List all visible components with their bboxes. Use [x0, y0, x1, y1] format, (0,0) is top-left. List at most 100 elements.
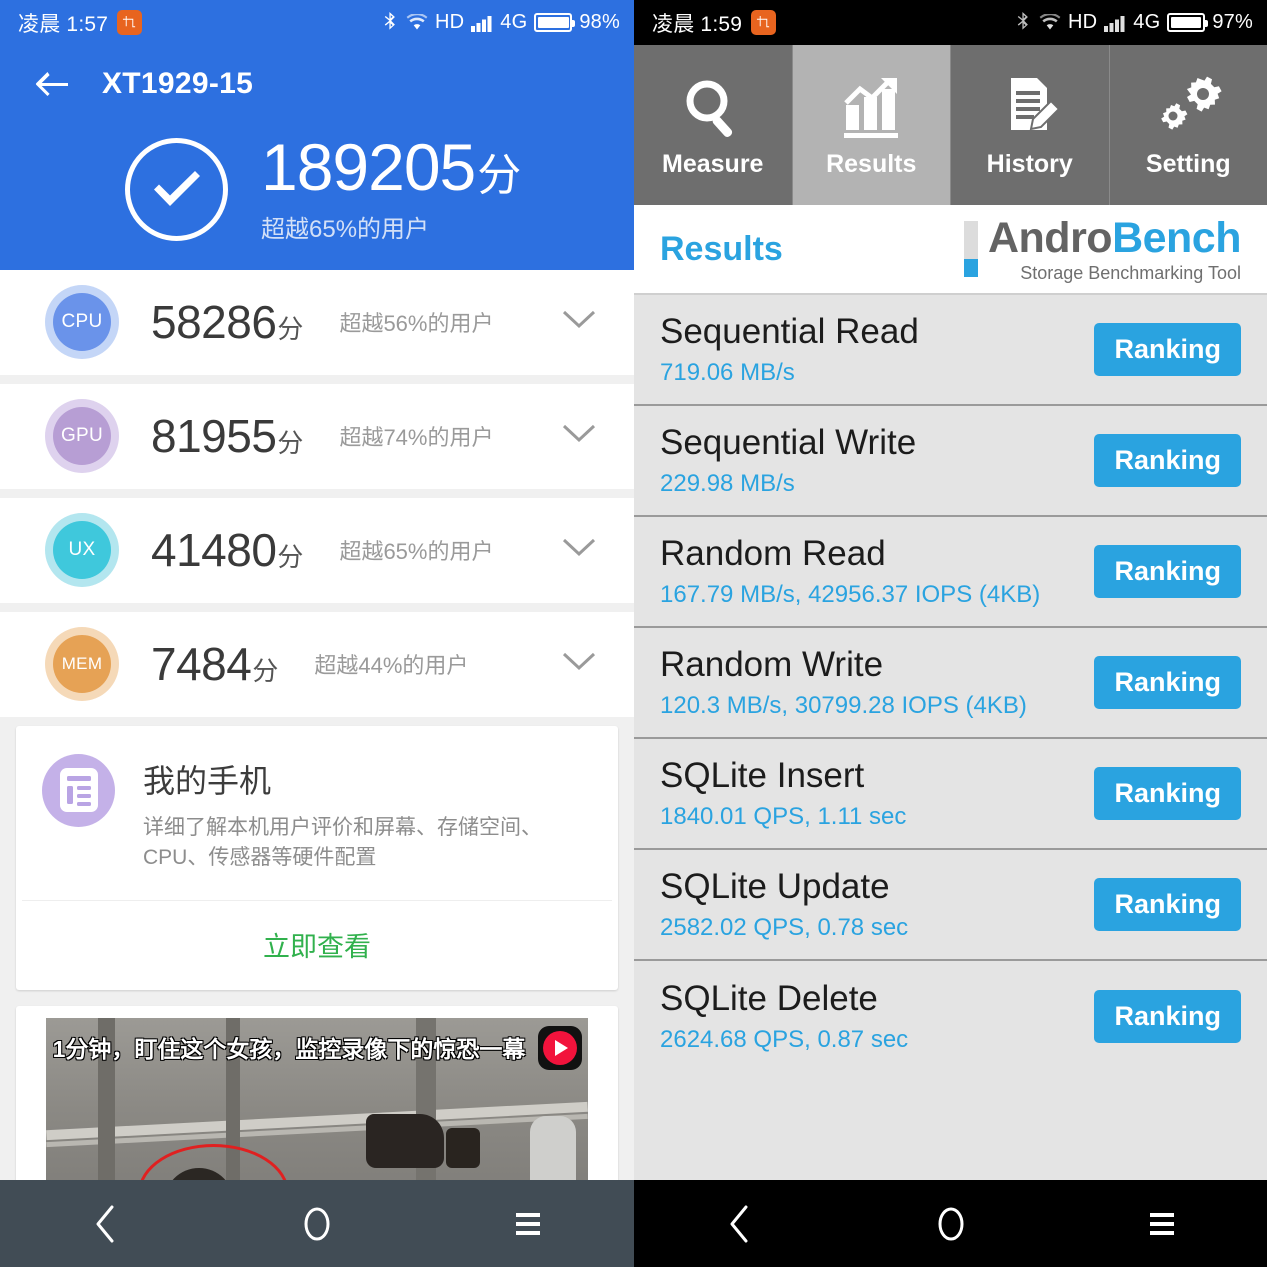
score-unit: 分 [477, 151, 521, 200]
tab-measure[interactable]: Measure [634, 45, 793, 205]
ranking-button[interactable]: Ranking [1094, 323, 1241, 376]
ux-badge: UX [53, 521, 111, 580]
view-now-button[interactable]: 立即查看 [16, 901, 618, 990]
gpu-score-unit: 分 [277, 428, 304, 459]
androbench-results-screen: 凌晨 1:59 HD 4G 97% Measure Results Histor… [634, 0, 1267, 1267]
result-value: 719.06 MB/s [660, 359, 795, 387]
my-phone-title: 我的手机 [143, 762, 272, 799]
result-value: 1840.01 QPS, 1.11 sec [660, 803, 907, 831]
mem-score: 7484 [151, 638, 252, 691]
document-list-icon [42, 753, 115, 827]
navbar-left [0, 1180, 634, 1267]
tab-bar: Measure Results History Setting [634, 45, 1267, 205]
ranking-button[interactable]: Ranking [1094, 434, 1241, 487]
nav-menu-icon[interactable] [483, 1194, 573, 1254]
ux-score: 41480 [151, 524, 277, 577]
result-value: 2624.68 QPS, 0.87 sec [660, 1026, 909, 1054]
result-value: 120.3 MB/s, 30799.28 IOPS (4KB) [660, 692, 1027, 720]
ranking-button[interactable]: Ranking [1094, 545, 1241, 598]
cpu-percentile: 超越56%的用户 [339, 311, 494, 337]
ad-motorbike-2 [446, 1127, 480, 1168]
antutu-header: XT1929-15 189205 分 超越65%的用户 [0, 45, 634, 270]
my-phone-card[interactable]: 我的手机 详细了解本机用户评价和屏幕、存储空间、CPU、传感器等硬件配置 立即查… [16, 725, 618, 990]
result-name: Sequential Read [660, 311, 919, 351]
battery-icon [534, 13, 576, 32]
gpu-badge: GPU [53, 407, 111, 466]
status-time: 凌晨 1:59 [652, 12, 743, 36]
nav-back-icon[interactable] [61, 1194, 151, 1254]
mem-badge: MEM [53, 635, 111, 694]
status-bar-left: 凌晨 1:57 HD 4G 98% [0, 0, 634, 45]
score-row-mem[interactable]: MEM 7484 分 超越44%的用户 [0, 611, 634, 717]
tab-setting[interactable]: Setting [1110, 45, 1267, 205]
logo-bench: Bench [1112, 213, 1241, 262]
check-circle-icon [125, 137, 228, 241]
ranking-button[interactable]: Ranking [1094, 767, 1241, 820]
ad-caption: 1分钟，盯住这个女孩，监控录像下的惊恐一幕 [52, 1035, 526, 1062]
cpu-score-unit: 分 [277, 314, 304, 345]
back-arrow-icon[interactable] [32, 64, 72, 104]
table-row[interactable]: SQLite Delete 2624.68 QPS, 0.87 sec Rank… [634, 961, 1267, 1072]
hd-label: HD [1067, 11, 1098, 33]
bar-chart-icon [838, 72, 904, 144]
result-name: Sequential Write [660, 422, 917, 462]
result-value: 167.79 MB/s, 42956.37 IOPS (4KB) [660, 581, 1041, 609]
view-now-label: 立即查看 [263, 931, 371, 962]
score-row-ux[interactable]: UX 41480 分 超越65%的用户 [0, 497, 634, 603]
cpu-badge-ring: CPU [45, 285, 119, 360]
table-row[interactable]: Sequential Write 229.98 MB/s Ranking [634, 406, 1267, 517]
chevron-down-icon[interactable] [562, 652, 596, 677]
screenshot-icon [117, 10, 143, 35]
mem-badge-ring: MEM [45, 627, 119, 702]
ad-motorbike [366, 1113, 444, 1168]
chevron-down-icon[interactable] [562, 538, 596, 563]
results-title: Results [660, 229, 783, 268]
ranking-button[interactable]: Ranking [1094, 990, 1241, 1043]
ux-badge-ring: UX [45, 513, 119, 588]
ranking-button[interactable]: Ranking [1094, 656, 1241, 709]
tab-results[interactable]: Results [792, 45, 951, 205]
score-row-cpu[interactable]: CPU 58286 分 超越56%的用户 [0, 269, 634, 375]
table-row[interactable]: Random Read 167.79 MB/s, 42956.37 IOPS (… [634, 517, 1267, 628]
score-row-gpu[interactable]: GPU 81955 分 超越74%的用户 [0, 383, 634, 489]
cpu-badge: CPU [53, 293, 111, 352]
logo-bar-icon [963, 221, 978, 277]
ux-score-unit: 分 [277, 542, 304, 573]
results-list: Sequential Read 719.06 MB/s Ranking Sequ… [634, 295, 1267, 1072]
tab-history-label: History [986, 149, 1073, 178]
wifi-icon [1039, 13, 1061, 32]
my-phone-description: 详细了解本机用户评价和屏幕、存储空间、CPU、传感器等硬件配置 [143, 815, 542, 870]
battery-percent: 97% [1212, 11, 1253, 33]
nav-home-icon[interactable] [906, 1194, 996, 1254]
document-pencil-icon [997, 72, 1063, 144]
gpu-score: 81955 [151, 410, 277, 463]
result-value: 229.98 MB/s [660, 470, 795, 498]
cpu-score: 58286 [151, 296, 277, 349]
table-row[interactable]: SQLite Insert 1840.01 QPS, 1.11 sec Rank… [634, 739, 1267, 850]
play-button-icon[interactable] [538, 1025, 582, 1070]
result-name: SQLite Insert [660, 755, 865, 795]
total-score: 189205 [261, 130, 476, 204]
table-row[interactable]: SQLite Update 2582.02 QPS, 0.78 sec Rank… [634, 850, 1267, 961]
table-row[interactable]: Sequential Read 719.06 MB/s Ranking [634, 295, 1267, 406]
result-name: SQLite Update [660, 866, 890, 906]
table-row[interactable]: Random Write 120.3 MB/s, 30799.28 IOPS (… [634, 628, 1267, 739]
chevron-down-icon[interactable] [562, 310, 596, 335]
gpu-percentile: 超越74%的用户 [339, 425, 494, 451]
signal-icon [1104, 14, 1126, 32]
mem-score-unit: 分 [252, 656, 279, 687]
nav-menu-icon[interactable] [1117, 1194, 1207, 1254]
wifi-icon [406, 13, 428, 32]
tab-setting-label: Setting [1145, 149, 1231, 178]
tab-history[interactable]: History [951, 45, 1110, 205]
results-header: Results AndroBench Storage Benchmarking … [634, 205, 1267, 295]
score-percentile: 超越65%的用户 [261, 215, 430, 243]
status-bar-right: 凌晨 1:59 HD 4G 97% [634, 0, 1267, 45]
chevron-down-icon[interactable] [562, 424, 596, 449]
bluetooth-icon [382, 11, 399, 34]
nav-back-icon[interactable] [695, 1194, 785, 1254]
nav-home-icon[interactable] [272, 1194, 362, 1254]
ad-card[interactable]: 1分钟，盯住这个女孩，监控录像下的惊恐一幕 [16, 1005, 618, 1208]
ranking-button[interactable]: Ranking [1094, 878, 1241, 931]
screenshot-icon [751, 10, 777, 35]
